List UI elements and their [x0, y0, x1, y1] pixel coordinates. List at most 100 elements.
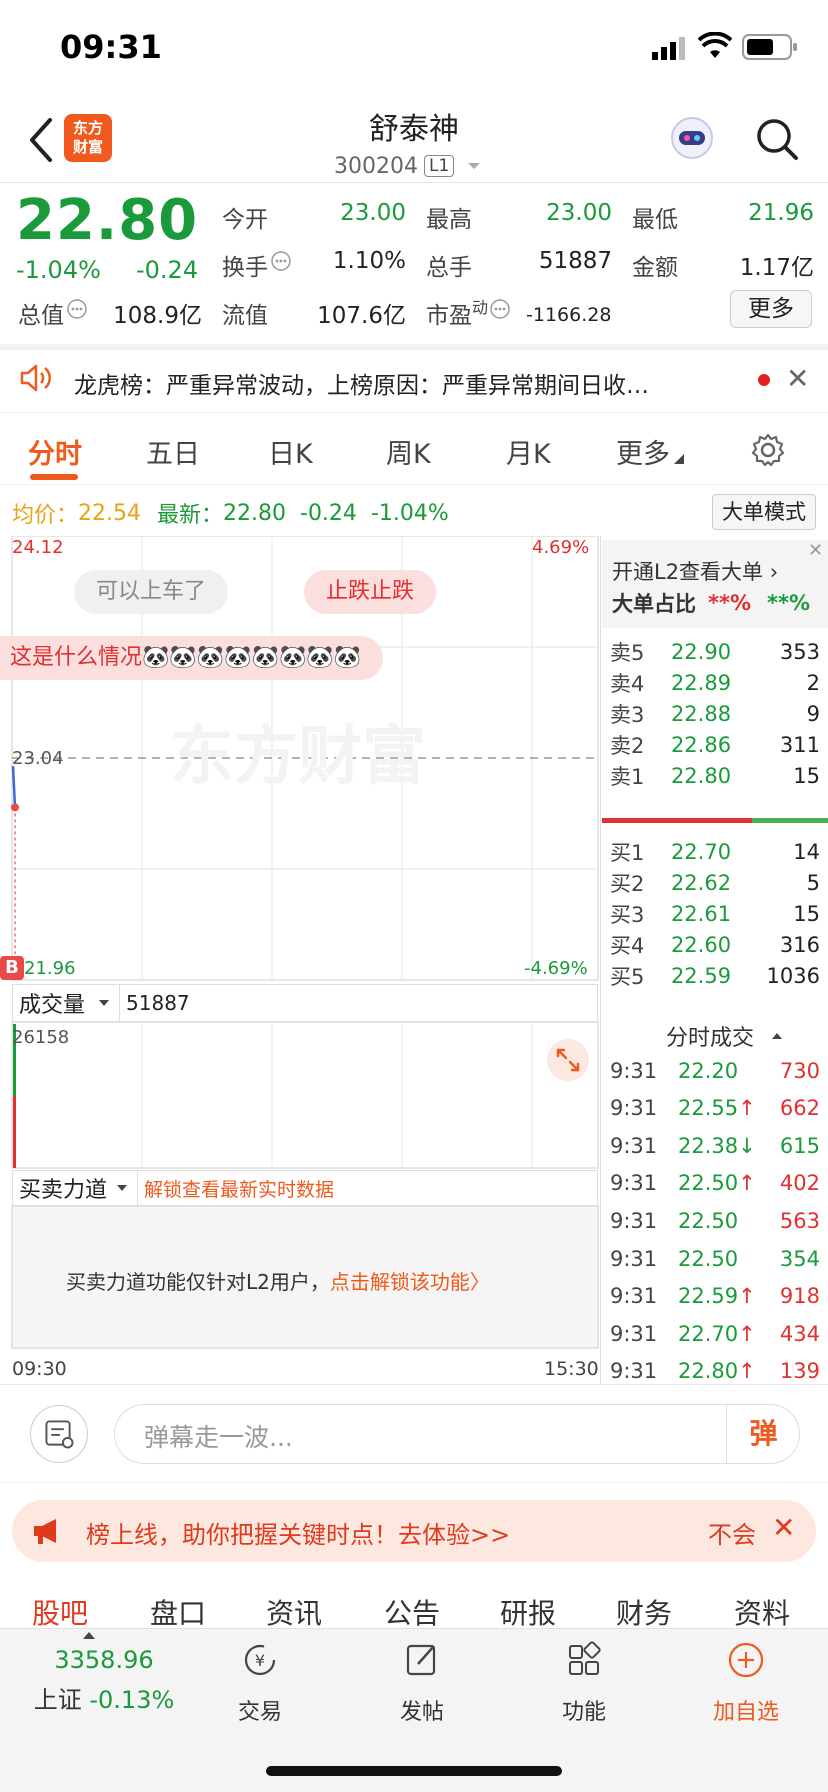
sub-tab-guba[interactable]: 股吧 [32, 1592, 88, 1632]
force-select[interactable]: 买卖力道 [13, 1171, 139, 1205]
sub-tab-profile[interactable]: 资料 [734, 1592, 790, 1632]
trade-volume: 662 [779, 1096, 820, 1121]
trade-price: 22.50↑ [668, 1171, 768, 1195]
intraday-info-row: 均价： 22.54 最新： 22.80 -0.24 -1.04% [12, 497, 449, 529]
trade-volume: 354 [779, 1246, 820, 1271]
pe-label: 市盈 [426, 303, 472, 329]
bid-volume: 5 [806, 870, 820, 895]
expand-icon[interactable] [546, 1038, 590, 1082]
force-header: 买卖力道 解锁查看最新实时数据 [12, 1170, 598, 1206]
pe-sup: 动 [472, 298, 489, 317]
danmu-bubble-2[interactable]: 止跌止跌 [304, 570, 437, 614]
force-msg-prefix: 买卖力道功能仅针对L2用户， [66, 1270, 330, 1294]
trade-row: 9:31 22.50 563 [610, 1202, 820, 1239]
latest-value: 22.80 [223, 500, 286, 526]
bid-price: 22.62 [670, 870, 732, 895]
index-widget[interactable]: 3358.96 上证 -0.13% [24, 1646, 184, 1715]
volume-select[interactable]: 成交量 [13, 985, 121, 1021]
nav-trade[interactable]: ¥ 交易 [200, 1640, 320, 1726]
danmu-bubble-1[interactable]: 可以上车了 [74, 570, 229, 614]
caret-up-icon [772, 1033, 783, 1039]
arrow-up-icon: ↑ [738, 1284, 756, 1309]
corner-caret-icon [674, 453, 684, 464]
ask-level-label: 卖3 [610, 702, 645, 727]
l2-promo-text[interactable]: 开通L2查看大单 › [612, 556, 778, 586]
nav-functions[interactable]: 功能 [524, 1640, 644, 1726]
info-dots-icon [67, 299, 87, 319]
trade-volume: 730 [779, 1058, 820, 1083]
high-label: 最高 [426, 207, 472, 233]
promo-close-icon[interactable]: ✕ [772, 1511, 795, 1544]
comment-list-icon[interactable] [30, 1405, 88, 1463]
sub-tab-pankou[interactable]: 盘口 [150, 1592, 206, 1632]
bid-price: 22.60 [670, 932, 732, 957]
trade-volume: 434 [779, 1321, 820, 1346]
pe-label-group[interactable]: 市盈 动 [426, 296, 511, 330]
sub-tab-announcements[interactable]: 公告 [384, 1592, 440, 1632]
volume-label: 总手 [426, 255, 472, 281]
pe-value: -1166.28 [526, 304, 612, 326]
force-unlock-link[interactable]: 点击解锁该功能〉 [330, 1266, 490, 1295]
trade-volume: 563 [779, 1208, 820, 1233]
robot-assistant-icon[interactable] [668, 114, 716, 162]
low-value: 21.96 [748, 200, 814, 226]
trade-time: 9:31 [610, 1208, 658, 1233]
index-value: 3358.96 [54, 1646, 154, 1674]
stock-code-selector[interactable]: 300204 L1 [334, 150, 486, 182]
settings-gear-icon[interactable] [750, 432, 786, 468]
nav-post[interactable]: 发帖 [362, 1640, 482, 1726]
sub-tab-news[interactable]: 资讯 [266, 1592, 322, 1632]
float-label: 流值 [222, 303, 268, 329]
header-divider [0, 182, 828, 183]
ticker-close-icon[interactable]: ✕ [786, 362, 809, 395]
back-button[interactable] [22, 112, 62, 168]
trade-price-value: 22.50 [678, 1208, 739, 1233]
sub-tab-finance[interactable]: 财务 [616, 1592, 672, 1632]
trade-price-value: 22.38 [678, 1133, 739, 1158]
big-order-ratio-red: **% [708, 591, 752, 615]
amount-value: 1.17亿 [739, 255, 814, 281]
ask-row: 卖4 22.89 2 [610, 665, 820, 700]
ticker-text[interactable]: 龙虎榜：严重异常波动，上榜原因：严重异常期间日收… [74, 366, 734, 400]
nav-functions-label: 功能 [561, 1700, 606, 1725]
mktcap-label-group[interactable]: 总值 [18, 296, 88, 330]
promo-text[interactable]: 榜上线，助你把握关键时点！去体验>> [86, 1515, 510, 1550]
trade-price: 22.50 [668, 1247, 768, 1271]
turnover-label-group[interactable]: 换手 [222, 248, 292, 282]
danmu-toggle-button[interactable]: 弹 [726, 1404, 800, 1464]
tab-weekly-k[interactable]: 周K [386, 432, 431, 471]
volume-panel-frame [11, 1021, 599, 1169]
trade-price-value: 22.55 [678, 1096, 739, 1121]
grid-functions-icon [569, 1641, 601, 1675]
trade-price-value: 22.70 [678, 1321, 739, 1346]
trade-volume: 402 [779, 1171, 820, 1196]
bid-price: 22.61 [670, 901, 732, 926]
l2-promo-close-icon[interactable]: ✕ [808, 540, 823, 561]
search-icon[interactable] [752, 114, 802, 164]
latest-pct: -1.04% [370, 500, 449, 526]
danmu-bubble-3[interactable]: 这是什么情况🐼🐼🐼🐼🐼🐼🐼🐼 [0, 636, 384, 680]
promo-dismiss-text[interactable]: 不会 [708, 1515, 756, 1550]
tab-five-day[interactable]: 五日 [146, 432, 200, 471]
bid-ask-bar-red [602, 818, 752, 823]
tab-daily-k[interactable]: 日K [268, 432, 313, 471]
nav-add-watchlist[interactable]: 加自选 [686, 1640, 806, 1726]
buy-marker[interactable]: B [0, 956, 24, 980]
trade-row: 9:31 22.20 730 [610, 1052, 820, 1089]
index-change: -0.13% [89, 1686, 175, 1714]
tab-monthly-k[interactable]: 月K [506, 432, 551, 471]
tab-intraday[interactable]: 分时 [28, 432, 82, 471]
trades-title: 分时成交 [666, 1020, 786, 1052]
big-order-mode-button[interactable]: 大单模式 [712, 494, 816, 530]
ask-price: 22.86 [670, 732, 732, 757]
sub-tab-research[interactable]: 研报 [500, 1592, 556, 1632]
trade-time: 9:31 [610, 1133, 658, 1158]
more-quote-button[interactable]: 更多 [730, 290, 812, 328]
home-indicator [266, 1766, 562, 1776]
big-order-ratio-label: 大单占比 [612, 592, 696, 616]
trade-time: 9:31 [610, 1284, 658, 1309]
comment-divider [0, 1482, 828, 1483]
force-unlock-hint[interactable]: 解锁查看最新实时数据 [144, 1175, 334, 1202]
tab-more[interactable]: 更多 [616, 432, 686, 471]
app-logo: 东方 财富 [64, 114, 112, 162]
